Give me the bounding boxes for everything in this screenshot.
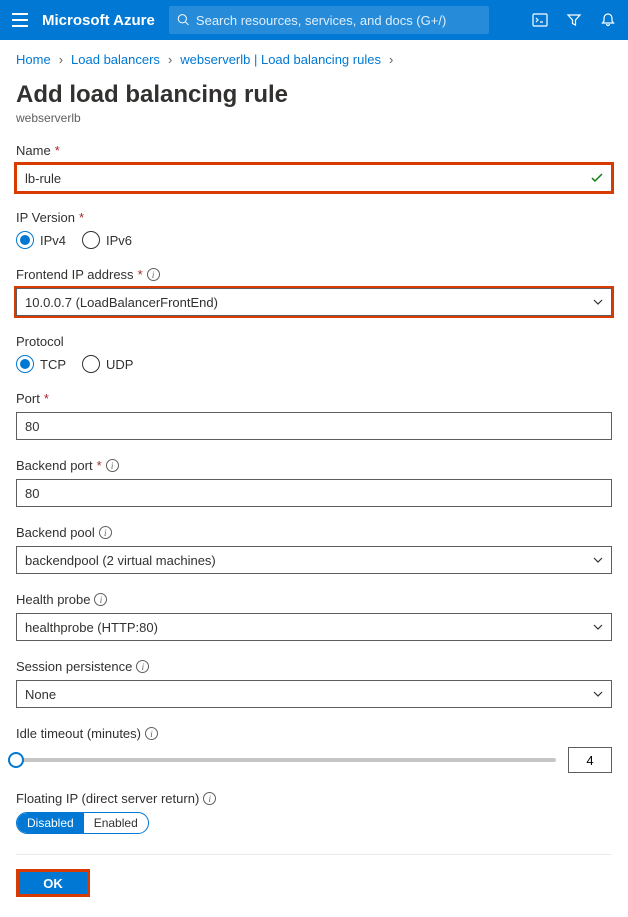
chevron-right-icon: › [59, 52, 63, 67]
info-icon[interactable]: i [203, 792, 216, 805]
required-marker: * [44, 391, 49, 406]
radio-tcp[interactable]: TCP [16, 355, 66, 373]
page-title: Add load balancing rule [16, 81, 612, 109]
field-session-persistence: Session persistence i [16, 659, 612, 708]
filter-icon[interactable] [566, 12, 582, 28]
info-icon[interactable]: i [136, 660, 149, 673]
search-icon [177, 13, 190, 27]
backendpool-label: Backend pool [16, 525, 95, 540]
required-marker: * [97, 458, 102, 473]
radio-ipv4[interactable]: IPv4 [16, 231, 66, 249]
info-icon[interactable]: i [145, 727, 158, 740]
name-label: Name [16, 143, 51, 158]
brand-label: Microsoft Azure [42, 12, 155, 29]
backendport-input[interactable] [16, 479, 612, 507]
search-box[interactable] [169, 6, 489, 34]
radio-ipv6[interactable]: IPv6 [82, 231, 132, 249]
port-input[interactable] [16, 412, 612, 440]
check-icon [590, 171, 604, 185]
required-marker: * [55, 143, 60, 158]
ok-button[interactable]: OK [16, 869, 90, 897]
toggle-disabled[interactable]: Disabled [17, 813, 84, 833]
search-input[interactable] [196, 13, 481, 28]
field-backend-pool: Backend pool i [16, 525, 612, 574]
field-ipversion: IP Version * IPv4 IPv6 [16, 210, 612, 249]
required-marker: * [138, 267, 143, 282]
field-port: Port * [16, 391, 612, 440]
protocol-label: Protocol [16, 334, 64, 349]
field-name: Name * [16, 143, 612, 192]
chevron-right-icon: › [389, 52, 393, 67]
field-protocol: Protocol TCP UDP [16, 334, 612, 373]
frontend-select[interactable] [16, 288, 612, 316]
field-health-probe: Health probe i [16, 592, 612, 641]
healthprobe-select[interactable] [16, 613, 612, 641]
radio-udp[interactable]: UDP [82, 355, 133, 373]
breadcrumb-load-balancers[interactable]: Load balancers [71, 52, 160, 67]
field-floating-ip: Floating IP (direct server return) i Dis… [16, 791, 612, 834]
session-label: Session persistence [16, 659, 132, 674]
content-area: Home › Load balancers › webserverlb | Lo… [0, 40, 628, 917]
info-icon[interactable]: i [147, 268, 160, 281]
required-marker: * [79, 210, 84, 225]
port-label: Port [16, 391, 40, 406]
idle-label: Idle timeout (minutes) [16, 726, 141, 741]
cloud-shell-icon[interactable] [532, 12, 548, 28]
field-backend-port: Backend port * i [16, 458, 612, 507]
name-input[interactable] [16, 164, 612, 192]
info-icon[interactable]: i [106, 459, 119, 472]
info-icon[interactable]: i [94, 593, 107, 606]
backendpool-select[interactable] [16, 546, 612, 574]
toggle-enabled[interactable]: Enabled [84, 813, 148, 833]
idle-slider[interactable] [16, 758, 556, 762]
page-subtitle: webserverlb [16, 111, 612, 125]
floating-ip-toggle[interactable]: Disabled Enabled [16, 812, 149, 834]
healthprobe-label: Health probe [16, 592, 90, 607]
slider-thumb[interactable] [8, 752, 24, 768]
breadcrumb-rules[interactable]: webserverlb | Load balancing rules [180, 52, 381, 67]
idle-value-input[interactable] [568, 747, 612, 773]
top-icons [532, 12, 616, 28]
session-select[interactable] [16, 680, 612, 708]
breadcrumb-home[interactable]: Home [16, 52, 51, 67]
field-frontend-ip: Frontend IP address * i [16, 267, 612, 316]
hamburger-icon[interactable] [12, 13, 28, 27]
backendport-label: Backend port [16, 458, 93, 473]
floating-label: Floating IP (direct server return) [16, 791, 199, 806]
chevron-right-icon: › [168, 52, 172, 67]
field-idle-timeout: Idle timeout (minutes) i [16, 726, 612, 773]
top-bar: Microsoft Azure [0, 0, 628, 40]
ipversion-label: IP Version [16, 210, 75, 225]
info-icon[interactable]: i [99, 526, 112, 539]
bell-icon[interactable] [600, 12, 616, 28]
frontend-label: Frontend IP address [16, 267, 134, 282]
footer: OK [16, 854, 612, 897]
breadcrumb: Home › Load balancers › webserverlb | Lo… [16, 52, 612, 67]
